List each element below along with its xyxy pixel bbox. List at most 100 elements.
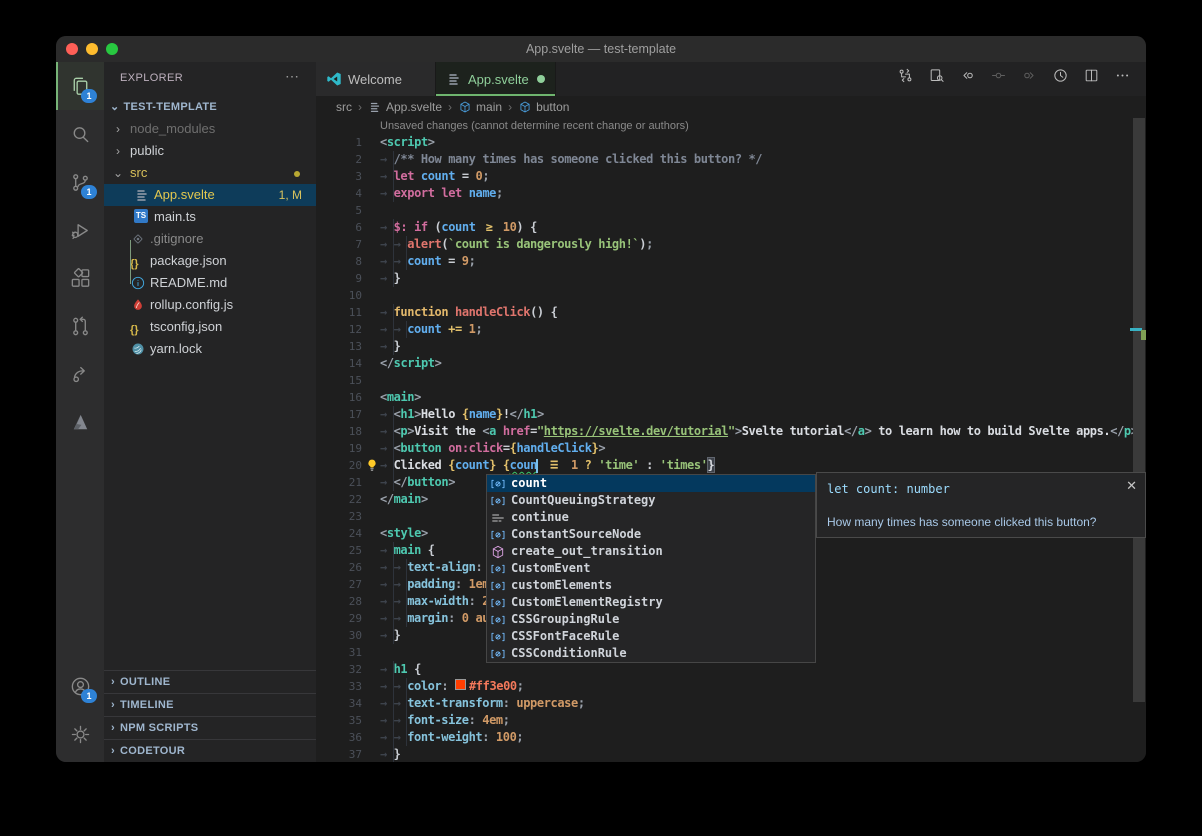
toolbar-history-icon[interactable] <box>1052 67 1076 91</box>
file-row-node_modules[interactable]: ›node_modules <box>104 118 316 140</box>
suggest-label: CSSConditionRule <box>511 645 627 662</box>
activity-item-extensions[interactable] <box>56 254 104 302</box>
lightbulb-icon <box>365 458 379 472</box>
code-line-1[interactable]: 1<script> <box>316 134 1146 151</box>
navigate-back-icon <box>959 67 983 91</box>
code-line-32[interactable]: 32→h1 { <box>316 661 1146 678</box>
toolbar-split-editor-icon[interactable] <box>1083 67 1107 91</box>
code-line-34[interactable]: 34→→text-transform: uppercase; <box>316 695 1146 712</box>
activity-item-accounts[interactable]: 1 <box>56 662 104 710</box>
activity-item-live-share[interactable] <box>56 350 104 398</box>
code-line-9[interactable]: 9→} <box>316 270 1146 287</box>
code-line-14[interactable]: 14</script> <box>316 355 1146 372</box>
file-row-rollup.config.js[interactable]: rollup.config.js <box>104 294 316 316</box>
json-braces-icon: {} <box>130 319 146 335</box>
suggest-item-count[interactable]: count <box>487 475 815 492</box>
toolbar-navigate-forward-icon[interactable] <box>1021 67 1045 91</box>
code-line-6[interactable]: 6→$: if (count ≥ 10) { <box>316 219 1146 236</box>
activity-item-pull-requests[interactable] <box>56 302 104 350</box>
file-row-package.json[interactable]: {}package.json <box>104 250 316 272</box>
code-line-3[interactable]: 3→let count = 0; <box>316 168 1146 185</box>
tab-app-svelte[interactable]: App.svelte <box>436 62 556 96</box>
explorer-more-actions-icon[interactable]: ⋯ <box>285 68 300 85</box>
code-editor[interactable]: Unsaved changes (cannot determine recent… <box>316 118 1146 762</box>
code-line-17[interactable]: 17→<h1>Hello {name}!</h1> <box>316 406 1146 423</box>
suggest-item-CountQueuingStrategy[interactable]: CountQueuingStrategy <box>487 492 815 509</box>
line-number: 2 <box>316 151 362 168</box>
toolbar-navigate-back-icon[interactable] <box>959 67 983 91</box>
suggest-item-CSSFontFaceRule[interactable]: CSSFontFaceRule <box>487 628 815 645</box>
suggest-item-create_out_transition[interactable]: create_out_transition <box>487 543 815 560</box>
toolbar-open-changes-icon[interactable] <box>897 67 921 91</box>
panel-header-npm-scripts[interactable]: ›NPM SCRIPTS <box>104 716 316 739</box>
file-row-src[interactable]: ⌄src <box>104 162 316 184</box>
file-row-yarn.lock[interactable]: yarn.lock <box>104 338 316 360</box>
suggest-item-ConstantSourceNode[interactable]: ConstantSourceNode <box>487 526 815 543</box>
scrollbar-slider[interactable] <box>1133 118 1145 702</box>
line-number: 18 <box>316 423 362 440</box>
code-line-5[interactable]: 5 <box>316 202 1146 219</box>
breadcrumb-item-main[interactable]: main <box>458 100 502 114</box>
code-line-37[interactable]: 37→} <box>316 746 1146 762</box>
activity-item-azure[interactable] <box>56 398 104 446</box>
code-line-35[interactable]: 35→→font-size: 4em; <box>316 712 1146 729</box>
line-number: 19 <box>316 440 362 457</box>
code-line-11[interactable]: 11→function handleClick() { <box>316 304 1146 321</box>
activity-item-source-control[interactable]: 1 <box>56 158 104 206</box>
tab-welcome[interactable]: Welcome <box>316 62 436 96</box>
suggest-item-continue[interactable]: continue <box>487 509 815 526</box>
activity-item-explorer[interactable]: 1 <box>56 62 104 110</box>
file-row-App.svelte[interactable]: App.svelte1, M <box>104 184 316 206</box>
toolbar-navigate-origin-icon[interactable] <box>990 67 1014 91</box>
gitlens-codelens[interactable]: Unsaved changes (cannot determine recent… <box>380 120 689 132</box>
code-line-7[interactable]: 7→→alert(`count is dangerously high!`); <box>316 236 1146 253</box>
workspace-section-header[interactable]: ⌄TEST-TEMPLATE <box>104 96 316 118</box>
activity-item-settings[interactable] <box>56 710 104 758</box>
code-line-12[interactable]: 12→→count += 1; <box>316 321 1146 338</box>
file-row-main.ts[interactable]: TSmain.ts <box>104 206 316 228</box>
close-icon[interactable]: ✕ <box>1126 478 1137 494</box>
file-row-tsconfig.json[interactable]: {}tsconfig.json <box>104 316 316 338</box>
suggest-item-CSSGroupingRule[interactable]: CSSGroupingRule <box>487 611 815 628</box>
code-line-13[interactable]: 13→} <box>316 338 1146 355</box>
extensions-icon <box>69 267 92 290</box>
code-line-4[interactable]: 4→export let name; <box>316 185 1146 202</box>
toolbar-more-actions-icon[interactable] <box>1114 67 1138 91</box>
breadcrumb-item-button[interactable]: button <box>518 100 569 114</box>
panel-header-outline[interactable]: ›OUTLINE <box>104 670 316 693</box>
code-line-36[interactable]: 36→→font-weight: 100; <box>316 729 1146 746</box>
activity-item-search[interactable] <box>56 110 104 158</box>
breadcrumb-item-App.svelte[interactable]: App.svelte <box>368 100 442 114</box>
code-line-8[interactable]: 8→→count = 9; <box>316 253 1146 270</box>
code-line-18[interactable]: 18→<p>Visit the <a href="https://svelte.… <box>316 423 1146 440</box>
code-line-10[interactable]: 10 <box>316 287 1146 304</box>
code-line-2[interactable]: 2→/** How many times has someone clicked… <box>316 151 1146 168</box>
code-line-33[interactable]: 33→→color: #ff3e00; <box>316 678 1146 695</box>
panel-header-codetour[interactable]: ›CODETOUR <box>104 739 316 762</box>
code-line-16[interactable]: 16<main> <box>316 389 1146 406</box>
symbol-cube-icon <box>458 100 472 114</box>
code-line-15[interactable]: 15 <box>316 372 1146 389</box>
panel-header-timeline[interactable]: ›TIMELINE <box>104 693 316 716</box>
file-row-public[interactable]: ›public <box>104 140 316 162</box>
file-label: .gitignore <box>150 228 203 250</box>
file-label: tsconfig.json <box>150 316 222 338</box>
suggest-item-CustomElementRegistry[interactable]: CustomElementRegistry <box>487 594 815 611</box>
code-line-19[interactable]: 19→<button on:click={handleClick}> <box>316 440 1146 457</box>
lightbulb-icon[interactable] <box>365 458 379 472</box>
suggest-item-CustomEvent[interactable]: CustomEvent <box>487 560 815 577</box>
breadcrumb-item-src[interactable]: src <box>336 100 352 114</box>
activity-item-run-debug[interactable] <box>56 206 104 254</box>
symbol-variable-icon <box>490 578 506 594</box>
split-editor-icon <box>1083 67 1107 91</box>
badge: 1 <box>81 185 97 199</box>
file-label: node_modules <box>130 118 215 140</box>
toolbar-open-preview-icon[interactable] <box>928 67 952 91</box>
file-row-README.md[interactable]: README.md <box>104 272 316 294</box>
explorer-sidebar: EXPLORER ⋯ ⌄TEST-TEMPLATE ›node_modules›… <box>104 62 316 762</box>
suggest-label: continue <box>511 509 569 526</box>
line-number: 10 <box>316 287 362 304</box>
suggest-item-CSSConditionRule[interactable]: CSSConditionRule <box>487 645 815 662</box>
file-row-.gitignore[interactable]: .gitignore <box>104 228 316 250</box>
suggest-item-customElements[interactable]: customElements <box>487 577 815 594</box>
